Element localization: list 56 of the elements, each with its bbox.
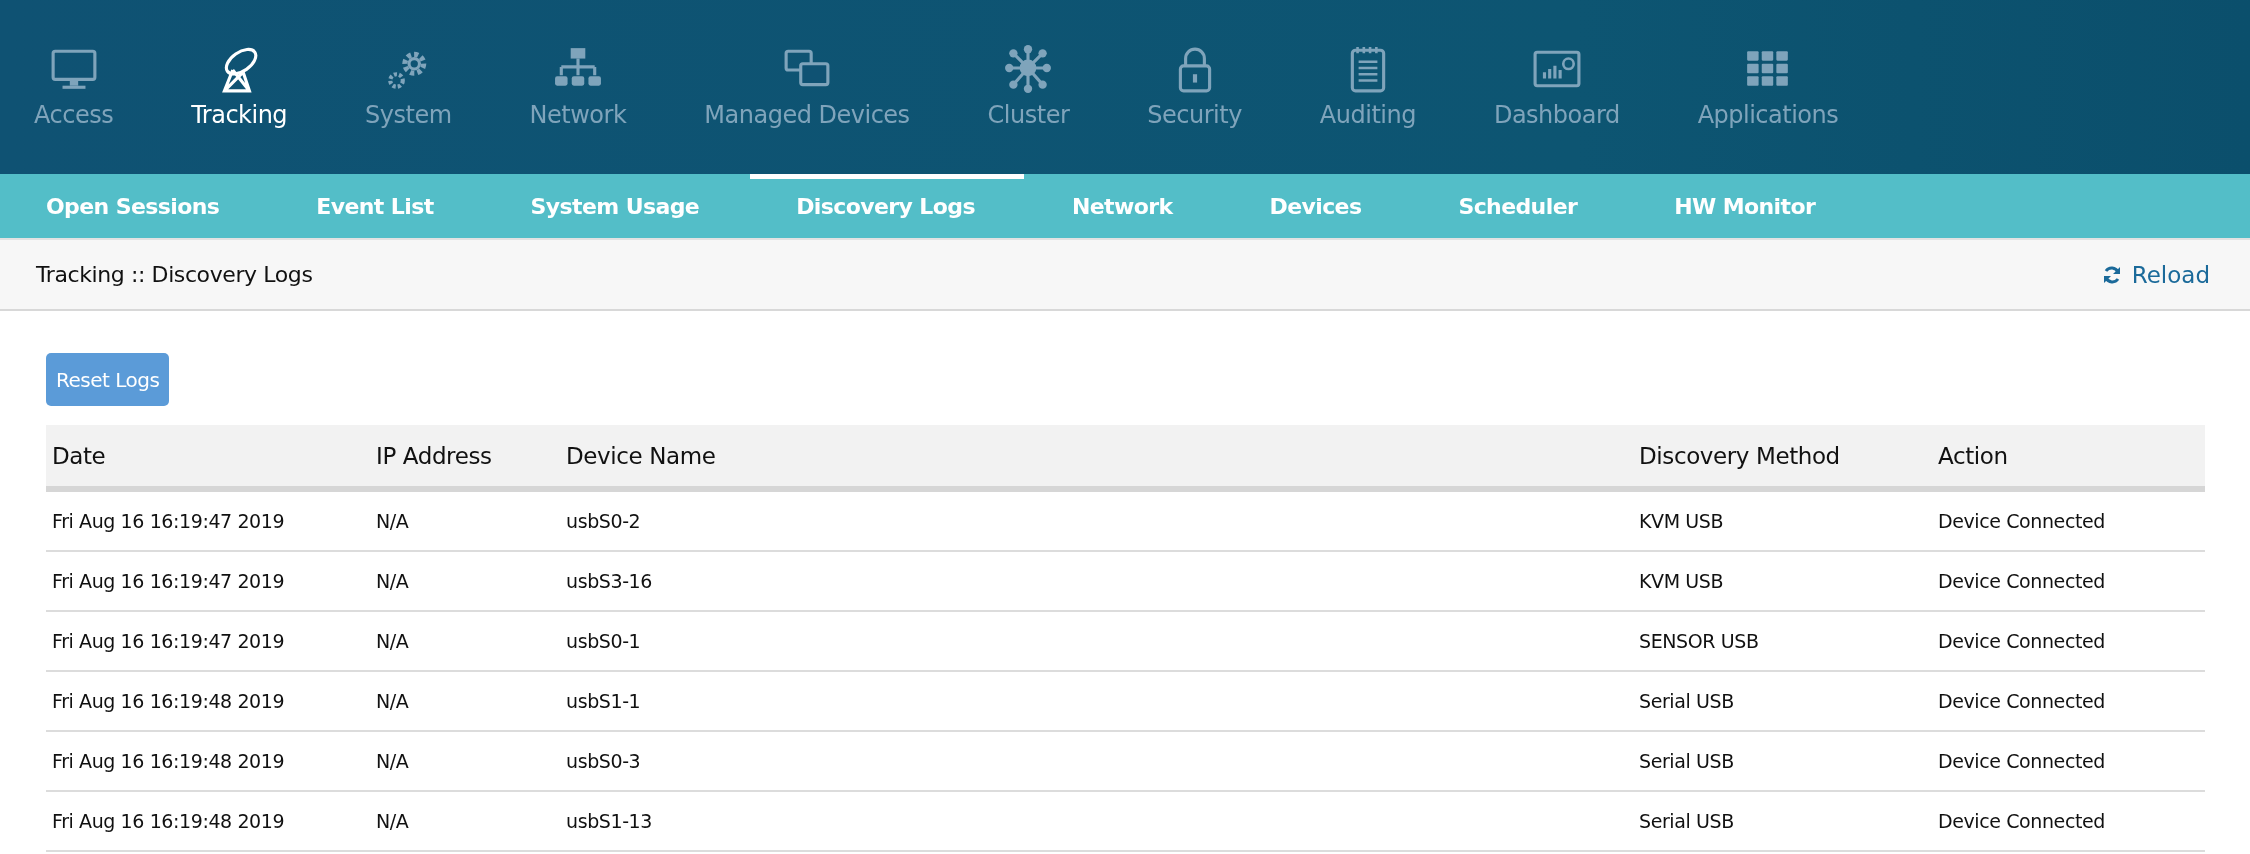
table-cell: usbS0-2 xyxy=(560,489,1633,551)
table-cell: Fri Aug 16 16:19:47 2019 xyxy=(46,551,370,611)
reload-link[interactable]: Reload xyxy=(2101,261,2210,288)
table-cell: N/A xyxy=(370,611,560,671)
nav-item[interactable]: Managed Devices xyxy=(684,0,930,174)
refresh-icon xyxy=(2101,264,2122,285)
table-cell: N/A xyxy=(370,731,560,791)
reset-logs-button[interactable]: Reset Logs xyxy=(46,353,170,406)
nav-item[interactable]: Access xyxy=(14,0,134,174)
table-cell: N/A xyxy=(370,489,560,551)
table-cell: Fri Aug 16 16:19:47 2019 xyxy=(46,489,370,551)
nav-item[interactable]: Cluster xyxy=(967,0,1090,174)
table-cell: Serial USB xyxy=(1633,671,1932,731)
table-cell: usbS0-3 xyxy=(560,731,1633,791)
table-cell: Device Connected xyxy=(1932,611,2205,671)
table-cell: usbS1-1 xyxy=(560,671,1633,731)
sub-tab[interactable]: Devices xyxy=(1223,174,1411,238)
column-header: IP Address xyxy=(370,425,560,489)
breadcrumb: Tracking :: Discovery Logs xyxy=(36,262,313,287)
table-cell: usbS1-13 xyxy=(560,791,1633,851)
table-cell: KVM USB xyxy=(1633,489,1932,551)
table-cell: Fri Aug 16 16:19:48 2019 xyxy=(46,731,370,791)
table-cell: usbS0-1 xyxy=(560,611,1633,671)
table-cell: N/A xyxy=(370,551,560,611)
column-header: Device Name xyxy=(560,425,1633,489)
nav-item[interactable]: Network xyxy=(509,0,647,174)
column-header: Action xyxy=(1932,425,2205,489)
sub-tab[interactable]: Open Sessions xyxy=(0,174,269,238)
nav-item[interactable]: System xyxy=(345,0,472,174)
table-cell: KVM USB xyxy=(1633,551,1932,611)
table-cell: Device Connected xyxy=(1932,791,2205,851)
table-cell: Device Connected xyxy=(1932,489,2205,551)
table-cell: Device Connected xyxy=(1932,731,2205,791)
table-cell: Serial USB xyxy=(1633,731,1932,791)
column-header: Date xyxy=(46,425,370,489)
table-cell: usbS3-16 xyxy=(560,551,1633,611)
table-cell: SENSOR USB xyxy=(1633,611,1932,671)
nav-item[interactable]: Security xyxy=(1127,0,1262,174)
table-cell: Fri Aug 16 16:19:47 2019 xyxy=(46,611,370,671)
sub-tab[interactable]: HW Monitor xyxy=(1628,174,1865,238)
table-cell: Serial USB xyxy=(1633,791,1932,851)
sub-tab[interactable]: System Usage xyxy=(484,174,749,238)
nav-item[interactable]: Auditing xyxy=(1299,0,1436,174)
table-cell: Device Connected xyxy=(1932,671,2205,731)
table-cell: Fri Aug 16 16:19:48 2019 xyxy=(46,791,370,851)
column-header: Discovery Method xyxy=(1633,425,1932,489)
table-cell: Fri Aug 16 16:19:48 2019 xyxy=(46,671,370,731)
table-cell: N/A xyxy=(370,791,560,851)
nav-item[interactable]: Applications xyxy=(1677,0,1859,174)
nav-item[interactable]: Dashboard xyxy=(1473,0,1640,174)
table-cell: Device Connected xyxy=(1932,551,2205,611)
sub-tab[interactable]: Network xyxy=(1025,174,1222,238)
sub-tab[interactable]: Event List xyxy=(270,174,483,238)
nav-item[interactable]: Tracking xyxy=(171,0,308,174)
sub-tab[interactable]: Scheduler xyxy=(1412,174,1627,238)
table-cell: N/A xyxy=(370,671,560,731)
